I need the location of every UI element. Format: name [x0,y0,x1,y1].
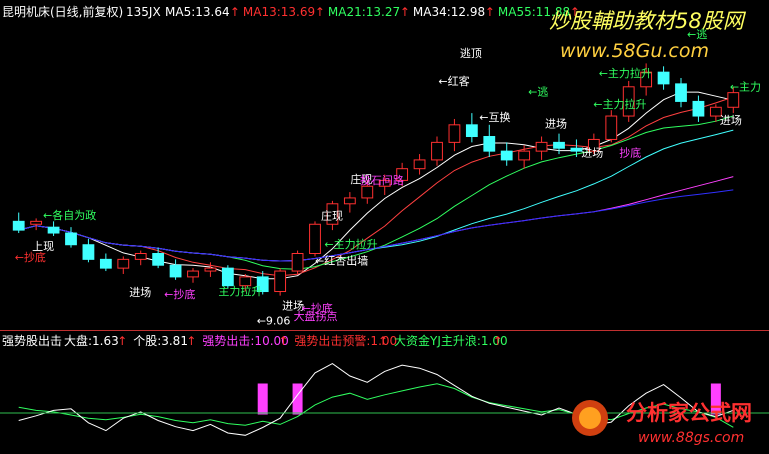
indicator-trend-arrow: ↑ [378,334,388,348]
watermark-logo-inner-icon [579,407,601,429]
indicator-value: 大盘:1.63 [64,333,119,348]
signal-label: 逃顶 [460,47,482,60]
ma-trend-arrow: ↑ [485,5,495,19]
bar-count: 135JX [126,5,161,19]
signal-label: ←主力拉升 [599,66,652,80]
signal-label: ←抄底 [15,250,46,264]
candle-body-down [570,147,583,152]
indicator-value: 个股:3.81 [133,334,188,348]
signal-label: 大盘拐点 [294,309,338,323]
ma-labels: MA5:13.64 ↑ MA13:13.69 ↑ MA21:13.27 ↑ MA34:12.… [165,5,580,19]
candle-body-down [500,150,513,161]
candle-body-up [605,115,618,140]
candle-body-down [82,244,95,260]
signal-label: 进场 [545,117,567,131]
candle-body-down [99,258,112,269]
candle-body-up [518,150,531,161]
signal-bar [257,383,268,415]
stock-title: 昆明机床(日线,前复权) [2,4,123,19]
ma-trend-arrow: ↑ [315,5,325,19]
candle-body-up [361,185,374,199]
candle-body-up [187,270,199,278]
signal-label: 进场 [129,285,151,299]
candle-body-up [343,197,356,205]
candle-body-up [413,159,426,170]
signal-label: ←逃 [687,28,707,41]
upper-header: 昆明机床(日线,前复权) 135JX MA5:13.64 ↑ MA13:13.69 ↑… [2,4,580,19]
signal-label: ←逃 [528,85,548,98]
ma-label: MA34:12.98 [413,5,485,19]
candle-body-down [692,100,705,117]
signal-label: 庄现 [321,208,343,222]
candle [309,221,321,257]
watermark-58gu-url: www.58Gu.com [560,40,709,62]
candle-body-down [221,267,234,287]
signal-label: ←主力 [730,80,761,93]
signal-label: 主力拉升 [218,284,262,298]
indicator-trend-arrow: ↑ [117,334,127,348]
candle-body-up [30,220,43,225]
signal-label: 进场 [581,145,603,159]
candle-body-up [117,258,130,269]
candle [291,250,304,274]
signal-label: ←主力拉升 [593,97,646,111]
candle-body-up [535,141,548,152]
candle-body-down [553,141,565,149]
candle-body-down [65,232,77,246]
candle-body-down [12,220,25,231]
candle-body-up [431,141,443,161]
candle-body-up [204,267,217,272]
signal-label: ←红客 [438,74,469,88]
indicator-value: 大资金YJ主升浪:1.00 [394,333,508,348]
candle-body-up [727,92,740,108]
signal-label: ←红杏出墙 [315,253,368,267]
candle-body-up [448,124,461,143]
indicator-name: 强势股出击 [2,334,62,348]
candle-body-down [675,83,687,102]
signal-label: ←9.06 [257,314,291,327]
candle-body-down [483,136,496,152]
signal-label: 进场 [720,113,742,127]
indicator-value: 强势出击:10.00 [202,334,288,348]
ma-label: MA5:13.64 [165,5,230,19]
candle-body-down [465,124,478,138]
watermark-88gs-url: www.88gs.com [638,430,744,446]
candle [274,268,287,296]
ma-trend-arrow: ↑ [230,5,240,19]
candle-body-up [274,270,287,293]
candle-body-up [309,223,321,255]
lower-header: 强势股出击 大盘:1.63↑ 个股:3.81↑ 强势出击:10.00↑ 强势出击预警:… [2,333,508,348]
ma-trend-arrow: ↑ [400,5,410,19]
signal-label: ←互换 [479,110,510,124]
candle-body-up [291,253,304,272]
indicator-trend-arrow: ↑ [493,334,503,348]
signal-label: ←各自为政 [43,208,96,222]
watermark-88gs-title: 分析家公式网 [626,401,752,425]
indicator-trend-arrow: ↑ [278,334,288,348]
candle-body-down [657,71,670,85]
signal-label: ←抄底 [164,287,195,301]
candle-body-down [152,253,165,266]
watermark-58gu-title: 炒股輔助教材58股网 [549,9,747,33]
indicator-trend-arrow: ↑ [186,334,196,348]
candle-body-down [169,264,182,278]
ma-label: MA21:13.27 [328,5,400,19]
ma-label: MA13:13.69 [243,5,315,19]
signal-label: 抄底 [619,145,641,159]
chart-canvas: 昆明机床(日线,前复权) 135JX MA5:13.64 ↑ MA13:13.69 ↑… [0,0,769,454]
candle-body-up [134,253,147,260]
candle-body-down [47,226,60,234]
signal-label: 投石问路 [360,173,404,187]
signal-label: ←主力拉升 [324,237,377,251]
